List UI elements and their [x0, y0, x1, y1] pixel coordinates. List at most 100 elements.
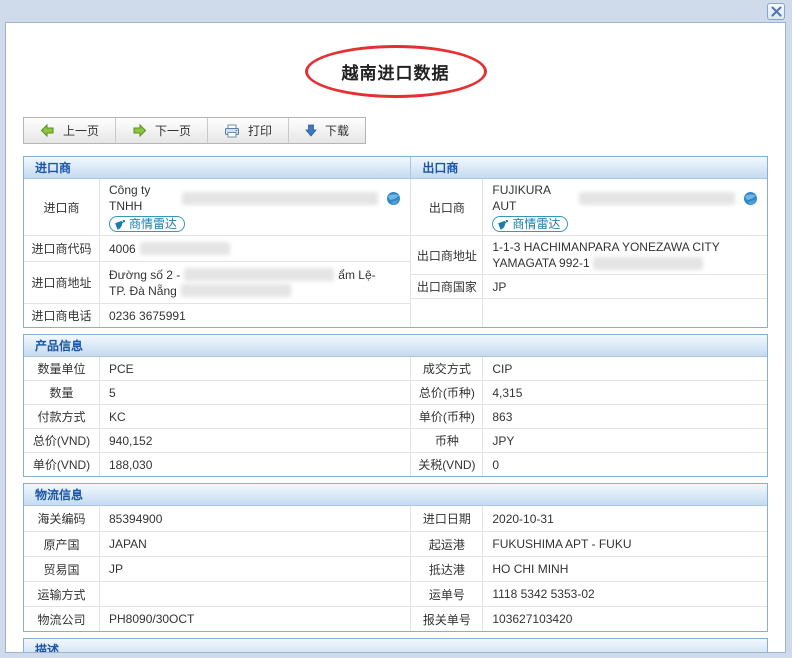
table-row: 进口日期 2020-10-31: [411, 506, 767, 531]
arrow-down-icon: [305, 124, 317, 137]
field-label: 物流公司: [24, 607, 100, 631]
table-row: 抵达港 HO CHI MINH: [411, 556, 767, 581]
exporter-table: 出口商 FUJIKURA AUT: [410, 179, 767, 327]
table-row: 进口商 Công ty TNHH: [24, 179, 410, 235]
logistics-section: 物流信息 海关编码 85394900 原产国 JAPAN 贸易国 JP 运输方式: [23, 483, 768, 632]
field-value: JPY: [483, 429, 767, 452]
table-row: 进口商电话 0236 3675991: [24, 303, 410, 327]
next-page-button[interactable]: 下一页: [115, 118, 207, 143]
field-label: 数量单位: [24, 357, 100, 380]
table-row: 贸易国 JP: [24, 556, 410, 581]
exporter-country-label: 出口商国家: [411, 275, 483, 298]
table-row: 出口商 FUJIKURA AUT: [411, 179, 767, 235]
redaction-blur: [579, 192, 735, 205]
radar-icon: [498, 219, 509, 230]
business-radar-badge[interactable]: 商情雷达: [492, 216, 568, 232]
product-right-table: 成交方式 CIP 总价(币种) 4,315 单价(币种) 863 币种 JPY …: [410, 357, 767, 476]
download-button[interactable]: 下载: [288, 118, 365, 143]
product-section-header: 产品信息: [24, 335, 767, 357]
field-label: 单价(VND): [24, 453, 100, 476]
arrow-right-icon: [132, 124, 147, 137]
download-label: 下载: [325, 122, 349, 139]
field-value: 1118 5342 5353-02: [483, 582, 767, 606]
field-value: 2020-10-31: [483, 506, 767, 531]
table-row: 运输方式: [24, 581, 410, 606]
importer-address-part1: Đường số 2 -: [109, 267, 180, 283]
redaction-blur: [593, 257, 703, 270]
field-label: 付款方式: [24, 405, 100, 428]
table-row: 数量 5: [24, 380, 410, 404]
field-value: [100, 582, 410, 606]
exporter-country-value: JP: [483, 275, 767, 298]
field-value: PH8090/30OCT: [100, 607, 410, 631]
table-row: 数量单位 PCE: [24, 357, 410, 380]
toolbar-button-group: 上一页 下一页 打印: [23, 117, 366, 144]
exporter-address-cell: 1-1-3 HACHIMANPARA YONEZAWA CITY YAMAGAT…: [483, 236, 767, 274]
product-section: 产品信息 数量单位 PCE 数量 5 付款方式 KC 总价(VND) 940,1…: [23, 334, 768, 477]
field-value: 4,315: [483, 381, 767, 404]
importer-name-label: 进口商: [24, 179, 100, 235]
arrow-left-icon: [40, 124, 55, 137]
table-row: 原产国 JAPAN: [24, 531, 410, 556]
table-row: 物流公司 PH8090/30OCT: [24, 606, 410, 631]
next-page-label: 下一页: [155, 122, 191, 139]
table-row: 付款方式 KC: [24, 404, 410, 428]
field-label: 总价(币种): [411, 381, 483, 404]
product-left-table: 数量单位 PCE 数量 5 付款方式 KC 总价(VND) 940,152 单价…: [24, 357, 410, 476]
trader-section-header: 进口商 出口商: [24, 157, 767, 179]
importer-code-value: 4006: [109, 241, 136, 257]
globe-icon[interactable]: [743, 191, 758, 206]
field-label: 进口日期: [411, 506, 483, 531]
importer-header: 进口商: [24, 157, 410, 178]
exporter-name-cell: FUJIKURA AUT: [483, 179, 767, 235]
print-button[interactable]: 打印: [207, 118, 288, 143]
logistics-section-header: 物流信息: [24, 484, 767, 506]
importer-address-part2: ẩm Lệ-: [338, 267, 375, 283]
table-row: 进口商地址 Đường số 2 - ẩm Lệ- TP. Đà Nẵng: [24, 261, 410, 303]
field-value: 863: [483, 405, 767, 428]
table-row: 关税(VND) 0: [411, 452, 767, 476]
importer-address-part3: TP. Đà Nẵng: [109, 283, 177, 299]
table-row: 出口商国家 JP: [411, 274, 767, 298]
table-row: 单价(VND) 188,030: [24, 452, 410, 476]
logistics-right-table: 进口日期 2020-10-31 起运港 FUKUSHIMA APT - FUKU…: [410, 506, 767, 631]
importer-address-label: 进口商地址: [24, 262, 100, 303]
field-label: 抵达港: [411, 557, 483, 581]
field-label: 运单号: [411, 582, 483, 606]
field-label: 运输方式: [24, 582, 100, 606]
field-value: JP: [100, 557, 410, 581]
close-button[interactable]: [767, 3, 785, 20]
prev-page-button[interactable]: 上一页: [24, 118, 115, 143]
field-value: CIP: [483, 357, 767, 380]
field-label: 成交方式: [411, 357, 483, 380]
redaction-blur: [181, 284, 291, 297]
importer-code-cell: 4006: [100, 236, 410, 261]
importer-code-label: 进口商代码: [24, 236, 100, 261]
importer-phone-label: 进口商电话: [24, 304, 100, 327]
window-titlebar: [0, 0, 792, 22]
exporter-address-label: 出口商地址: [411, 236, 483, 274]
field-label: 报关单号: [411, 607, 483, 631]
dialog-content: 越南进口数据 上一页 下一页: [5, 22, 786, 653]
field-label: 贸易国: [24, 557, 100, 581]
page-title: 越南进口数据: [342, 64, 450, 83]
table-row: [411, 298, 767, 327]
description-section-header: 描述: [24, 639, 767, 653]
business-radar-badge[interactable]: 商情雷达: [109, 216, 185, 232]
title-highlight-ellipse: 越南进口数据: [305, 45, 487, 98]
table-row: 单价(币种) 863: [411, 404, 767, 428]
toolbar: 上一页 下一页 打印: [23, 117, 785, 144]
description-section: 描述 产品描述 Đèn Led AL2M-A11R/ LED: [23, 638, 768, 653]
globe-icon[interactable]: [386, 191, 401, 206]
importer-name-value: Công ty TNHH: [109, 182, 178, 214]
title-area: 越南进口数据: [6, 45, 785, 103]
importer-phone-value: 0236 3675991: [100, 304, 410, 327]
close-icon: [771, 6, 782, 17]
field-label: 单价(币种): [411, 405, 483, 428]
redaction-blur: [184, 268, 334, 281]
field-label: 总价(VND): [24, 429, 100, 452]
field-value: PCE: [100, 357, 410, 380]
field-label: 关税(VND): [411, 453, 483, 476]
exporter-header: 出口商: [410, 157, 767, 178]
table-row: 成交方式 CIP: [411, 357, 767, 380]
